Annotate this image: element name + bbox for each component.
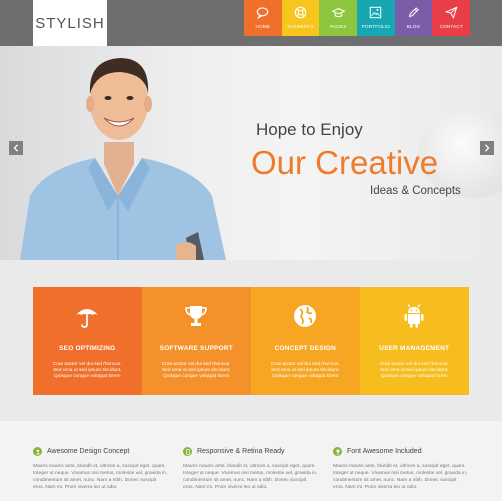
nav-label-elements: ELEMENTS xyxy=(287,24,314,29)
feature-text-line: Quisque congue volutpat lorem xyxy=(54,374,121,379)
chevron-left-icon xyxy=(13,144,19,152)
feature-text-line: Quisque congue volutpat lorem xyxy=(272,374,339,379)
info-column-text: Mauris mauris ante, blandit et, ultrices… xyxy=(333,463,473,491)
slider-next-button[interactable] xyxy=(480,141,494,155)
info-column-title: Awesome Design Concept xyxy=(47,448,130,455)
tablet-icon xyxy=(183,447,192,456)
feature-title: CONCEPT DESIGN xyxy=(274,345,336,352)
umbrella-icon xyxy=(76,309,98,328)
info-column-text: Mauris mauris ante, blandit et, ultrices… xyxy=(183,463,323,491)
info-column-header: Font Awesome Included xyxy=(333,447,473,456)
feature-title: SOFTWARE SUPPORT xyxy=(159,345,233,352)
slider-prev-button[interactable] xyxy=(9,141,23,155)
chevron-right-icon xyxy=(484,144,490,152)
feature-tile-seo[interactable]: SEO OPTIMIZING Cras auctor vel dui sed r… xyxy=(33,287,142,395)
info-column-design-concept: Awesome Design Concept Mauris mauris ant… xyxy=(33,447,173,491)
nav-label-contact: CONTACT xyxy=(439,24,463,29)
feature-text: Cras auctor vel dui sed rhoncus. Sed urn… xyxy=(259,362,352,380)
info-text-line: eros. Nam mi. Proin viverra leo ut odio. xyxy=(33,485,118,490)
hero-headline-top: Hope to Enjoy xyxy=(256,120,363,139)
info-column-font-awesome: Font Awesome Included Mauris mauris ante… xyxy=(333,447,473,491)
nav-label-home: HOME xyxy=(255,24,271,29)
info-text-line: Mauris mauris ante, blandit et, ultrices… xyxy=(333,464,466,469)
info-text-line: condimentum sit amet, nunc. Nam a nibh. … xyxy=(333,478,457,483)
nav-label-blog: BLOG xyxy=(406,24,421,29)
site-header: STYLISH HOME ELEMENTS PAGES PORTFOLIO BL… xyxy=(0,0,502,46)
info-column-responsive: Responsive & Retina Ready Mauris mauris … xyxy=(183,447,323,491)
paper-plane-icon xyxy=(444,6,458,19)
info-text-line: eros. Nam mi. Proin viverra leo ut odio. xyxy=(333,485,418,490)
hero-slider: Hope to Enjoy Our Creative Ideas & Conce… xyxy=(0,46,502,260)
info-text-line: Integer ut neque. Vivamus nisi metus, mo… xyxy=(183,471,318,476)
hero-headline-main: Our Creative xyxy=(251,144,439,181)
features-section: SEO OPTIMIZING Cras auctor vel dui sed r… xyxy=(0,260,502,421)
info-column-title: Font Awesome Included xyxy=(347,448,422,455)
feature-text-line: Quisque congue volutpat lorem xyxy=(163,374,230,379)
feature-text: Cras auctor vel dui sed rhoncus. Sed urn… xyxy=(150,362,243,380)
android-icon xyxy=(404,304,424,328)
info-columns-section: Awesome Design Concept Mauris mauris ant… xyxy=(0,421,502,501)
info-text-line: Mauris mauris ante, blandit et, ultrices… xyxy=(183,464,316,469)
info-column-header: Awesome Design Concept xyxy=(33,447,173,456)
trophy-icon xyxy=(333,447,342,456)
feature-text-line: Quisque congue volutpat lorem xyxy=(381,374,448,379)
info-text-line: eros. Nam mi. Proin viverra leo ut odio. xyxy=(183,485,268,490)
trophy-icon xyxy=(185,306,207,326)
logo[interactable]: STYLISH xyxy=(33,0,107,46)
info-column-text: Mauris mauris ante, blandit et, ultrices… xyxy=(33,463,173,491)
globe-icon xyxy=(294,305,316,327)
feature-text: Cras auctor vel dui sed rhoncus. Sed urn… xyxy=(368,362,461,380)
hero-person-image xyxy=(20,58,226,260)
pencil-icon xyxy=(408,7,419,18)
nav-item-portfolio[interactable]: PORTFOLIO xyxy=(357,0,395,36)
feature-tiles: SEO OPTIMIZING Cras auctor vel dui sed r… xyxy=(33,287,469,395)
feature-title: SEO OPTIMIZING xyxy=(59,345,116,352)
picture-icon xyxy=(370,6,382,19)
main-nav: HOME ELEMENTS PAGES PORTFOLIO BLOG CONTA… xyxy=(244,0,471,36)
nav-item-contact[interactable]: CONTACT xyxy=(432,0,471,36)
info-text-line: Mauris mauris ante, blandit et, ultrices… xyxy=(33,464,166,469)
nav-label-portfolio: PORTFOLIO xyxy=(361,24,391,29)
nav-item-blog[interactable]: BLOG xyxy=(394,0,433,36)
feature-title: USER MANAGEMENT xyxy=(379,345,450,352)
info-text-line: Integer ut neque. Vivamus nisi metus, mo… xyxy=(33,471,168,476)
nav-label-pages: PAGES xyxy=(329,24,347,29)
feature-text: Cras auctor vel dui sed rhoncus. Sed urn… xyxy=(41,362,134,380)
nav-item-home[interactable]: HOME xyxy=(244,0,282,36)
graduation-cap-icon xyxy=(331,8,345,18)
nav-item-pages[interactable]: PAGES xyxy=(319,0,358,36)
info-column-title: Responsive & Retina Ready xyxy=(197,448,285,455)
info-text-line: Integer ut neque. Vivamus nisi metus, mo… xyxy=(333,471,468,476)
info-text-line: condimentum sit amet, nunc. Nam a nibh. … xyxy=(33,478,157,483)
nav-item-elements[interactable]: ELEMENTS xyxy=(281,0,320,36)
info-text-line: condimentum sit amet, nunc. Nam a nibh. … xyxy=(183,478,307,483)
speech-bubble-icon xyxy=(257,7,269,19)
person-icon xyxy=(33,447,42,456)
feature-tile-concept-design[interactable]: CONCEPT DESIGN Cras auctor vel dui sed r… xyxy=(251,287,360,395)
feature-tile-user-management[interactable]: USER MANAGEMENT Cras auctor vel dui sed … xyxy=(360,287,469,395)
feature-tile-software-support[interactable]: SOFTWARE SUPPORT Cras auctor vel dui sed… xyxy=(142,287,251,395)
hero-headline-sub: Ideas & Concepts xyxy=(370,185,461,197)
info-column-header: Responsive & Retina Ready xyxy=(183,447,323,456)
lifebuoy-icon xyxy=(294,6,307,19)
